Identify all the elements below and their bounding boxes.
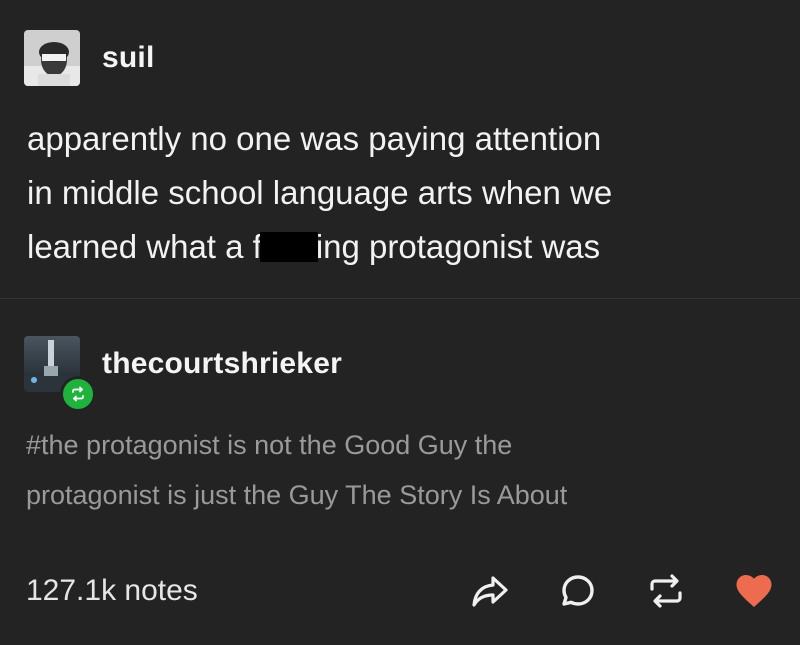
share-icon — [472, 576, 508, 607]
post-body: apparently no one was paying attention i… — [27, 112, 767, 274]
reply-button[interactable] — [556, 569, 600, 613]
reblog-tags: #the protagonist is not the Good Guy the… — [26, 420, 766, 520]
like-button[interactable] — [732, 569, 776, 613]
post-actions — [468, 569, 776, 613]
post-body-segment: ing protagonist was — [315, 228, 601, 265]
post-card: suil apparently no one was paying attent… — [0, 0, 800, 645]
reblog-avatar-wrap — [24, 336, 96, 412]
reply-icon — [562, 575, 594, 606]
heart-icon — [736, 575, 772, 607]
divider — [0, 298, 800, 299]
share-button[interactable] — [468, 569, 512, 613]
avatar[interactable] — [24, 30, 80, 86]
post-body-segment: learned what a f — [27, 228, 262, 265]
tag-line[interactable]: #the protagonist is not the Good Guy the — [26, 420, 766, 470]
post-author[interactable]: suil — [102, 41, 154, 75]
censor-bar — [259, 232, 318, 262]
notes-count[interactable]: 127.1k notes — [26, 574, 468, 608]
reblog-button[interactable] — [644, 569, 688, 613]
reblog-icon — [650, 574, 682, 608]
post-header: suil — [24, 30, 154, 86]
tag-line[interactable]: protagonist is just the Guy The Story Is… — [26, 470, 766, 520]
post-footer: 127.1k notes — [26, 566, 776, 616]
post-body-line: in middle school language arts when we — [27, 174, 613, 211]
reblog-badge-icon — [60, 376, 96, 412]
post-body-line: apparently no one was paying attention — [27, 120, 602, 157]
reblog-author[interactable]: thecourtshrieker — [102, 347, 342, 381]
reblog-header: thecourtshrieker — [24, 336, 342, 412]
post-body-line: learned what a f ing protagonist was — [27, 220, 767, 274]
